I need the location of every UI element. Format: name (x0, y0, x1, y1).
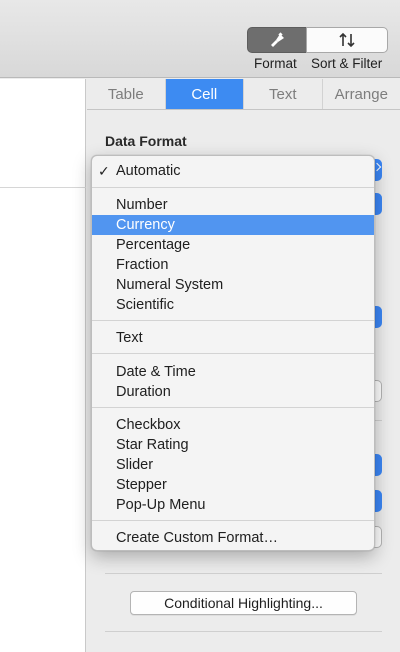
spreadsheet-canvas[interactable] (0, 79, 86, 652)
menu-item-label: Automatic (116, 163, 181, 179)
tab-table[interactable]: Table (87, 79, 166, 109)
toolbar: Format Sort & Filter (0, 0, 400, 78)
menu-item-currency[interactable]: Currency (92, 215, 374, 235)
menu-item-checkbox[interactable]: Checkbox (92, 415, 374, 435)
menu-item-numeral-system[interactable]: Numeral System (92, 275, 374, 295)
menu-item-star-rating[interactable]: Star Rating (92, 435, 374, 455)
conditional-highlighting-button[interactable]: Conditional Highlighting... (130, 591, 357, 615)
divider (105, 631, 382, 632)
menu-item-duration[interactable]: Duration (92, 382, 374, 402)
menu-item-slider[interactable]: Slider (92, 455, 374, 475)
menu-item-fraction[interactable]: Fraction (92, 255, 374, 275)
sort-arrows-icon (339, 32, 355, 48)
menu-item-automatic[interactable]: ✓ Automatic (92, 161, 374, 181)
tab-cell[interactable]: Cell (165, 79, 244, 109)
menu-item-number[interactable]: Number (92, 195, 374, 215)
menu-separator (92, 353, 374, 354)
menu-item-date-time[interactable]: Date & Time (92, 362, 374, 382)
menu-item-text[interactable]: Text (92, 328, 374, 348)
sort-filter-label: Sort & Filter (311, 56, 383, 71)
format-label: Format (254, 56, 297, 71)
menu-item-scientific[interactable]: Scientific (92, 295, 374, 315)
data-format-menu: ✓ Automatic Number Currency Percentage F… (91, 155, 375, 551)
menu-separator (92, 187, 374, 188)
inspector-tabs: Table Cell Text Arrange (87, 79, 400, 110)
menu-separator (92, 407, 374, 408)
menu-item-create-custom-format[interactable]: Create Custom Format… (92, 528, 374, 548)
tab-arrange[interactable]: Arrange (322, 79, 400, 109)
checkmark-icon: ✓ (98, 163, 110, 179)
data-format-heading: Data Format (105, 133, 187, 149)
menu-item-percentage[interactable]: Percentage (92, 235, 374, 255)
menu-separator (92, 520, 374, 521)
menu-item-popup-menu[interactable]: Pop-Up Menu (92, 495, 374, 515)
canvas-divider (0, 187, 86, 188)
paintbrush-icon (271, 32, 284, 47)
tab-text[interactable]: Text (244, 79, 323, 109)
sort-filter-button[interactable] (306, 27, 388, 53)
divider (105, 573, 382, 574)
menu-item-stepper[interactable]: Stepper (92, 475, 374, 495)
menu-separator (92, 320, 374, 321)
format-button[interactable] (247, 27, 307, 53)
